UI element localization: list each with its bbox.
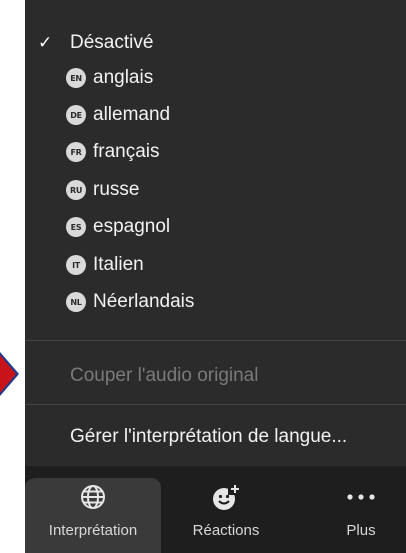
language-label: Italien bbox=[93, 254, 144, 275]
language-label: Néerlandais bbox=[93, 291, 195, 312]
language-badge-icon: IT bbox=[66, 255, 86, 275]
language-label: allemand bbox=[93, 104, 171, 125]
mute-original-label: Couper l'audio original bbox=[70, 365, 259, 386]
language-label: français bbox=[93, 141, 160, 162]
menu-item-manage-interpretation[interactable]: Gérer l'interprétation de langue... bbox=[25, 418, 406, 456]
menu-item-mute-original: Couper l'audio original bbox=[25, 357, 406, 395]
menu-item-off[interactable]: ✓ Désactivé bbox=[25, 24, 406, 62]
language-badge-icon: RU bbox=[66, 180, 86, 200]
more-button-label: Plus bbox=[346, 522, 376, 539]
language-label: espagnol bbox=[93, 216, 171, 237]
menu-divider bbox=[25, 404, 406, 405]
menu-item-lang-de[interactable]: DE allemand bbox=[25, 96, 406, 134]
language-label: russe bbox=[93, 179, 140, 200]
language-badge-icon: FR bbox=[66, 142, 86, 162]
more-button[interactable]: Plus bbox=[321, 478, 401, 553]
menu-item-lang-ru[interactable]: RU russe bbox=[25, 171, 406, 209]
interpretation-menu-panel: ✓ Désactivé EN anglais DE allemand FR fr… bbox=[25, 0, 406, 553]
language-badge-icon: ES bbox=[66, 217, 86, 237]
reactions-button-label: Réactions bbox=[192, 522, 260, 539]
checkmark-icon: ✓ bbox=[38, 33, 53, 52]
callout-arrow bbox=[0, 355, 16, 393]
language-badge-icon: NL bbox=[66, 292, 86, 312]
menu-item-lang-en[interactable]: EN anglais bbox=[25, 59, 406, 97]
menu-item-off-label: Désactivé bbox=[70, 32, 154, 53]
manage-interpretation-label: Gérer l'interprétation de langue... bbox=[70, 426, 348, 447]
menu-item-lang-fr[interactable]: FR français bbox=[25, 133, 406, 171]
ellipsis-icon bbox=[346, 480, 376, 514]
emoji-add-icon bbox=[210, 480, 242, 514]
language-badge-icon: EN bbox=[66, 68, 86, 88]
menu-divider bbox=[25, 340, 406, 341]
language-badge-icon: DE bbox=[66, 105, 86, 125]
menu-item-lang-it[interactable]: IT Italien bbox=[25, 246, 406, 284]
globe-icon bbox=[80, 480, 106, 514]
interpretation-button[interactable]: Interprétation bbox=[25, 478, 161, 553]
language-label: anglais bbox=[93, 67, 154, 88]
interpretation-button-label: Interprétation bbox=[48, 522, 138, 539]
menu-item-lang-nl[interactable]: NL Néerlandais bbox=[25, 283, 406, 321]
meeting-toolbar: Interprétation Réactions Plus bbox=[25, 466, 406, 553]
reactions-button[interactable]: Réactions bbox=[171, 478, 281, 553]
menu-item-lang-es[interactable]: ES espagnol bbox=[25, 208, 406, 246]
